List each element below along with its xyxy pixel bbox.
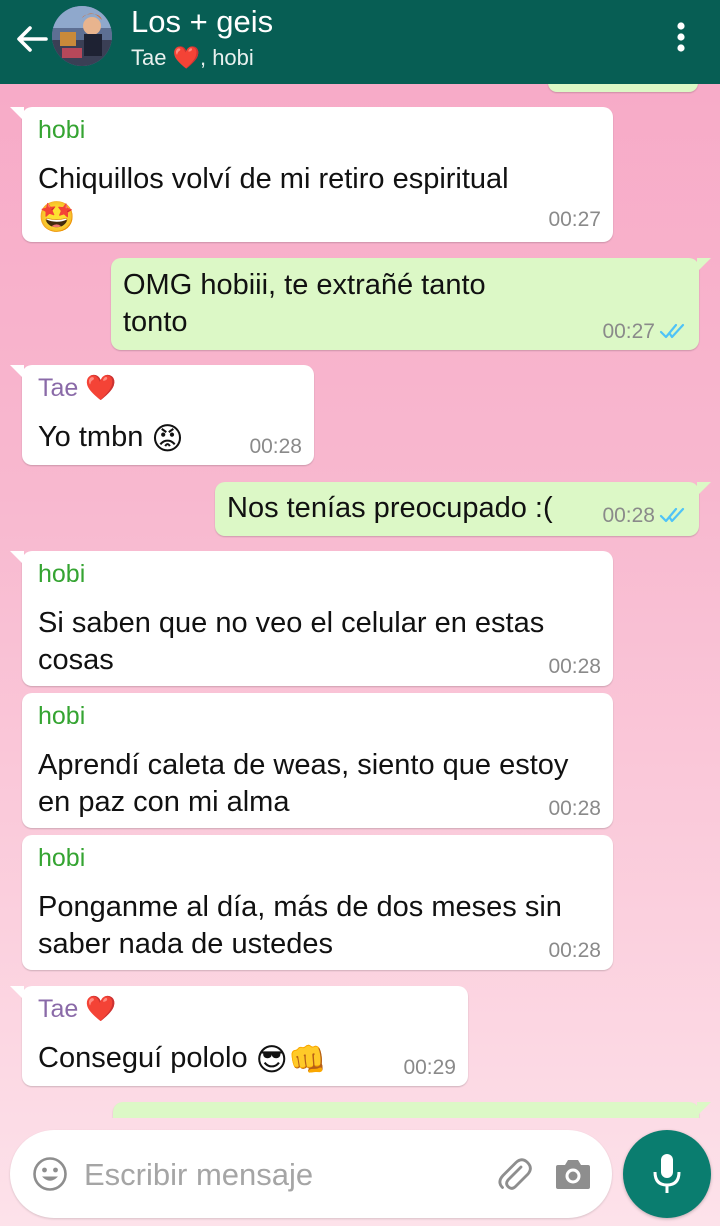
message-time: 00:27 [602, 320, 655, 343]
message-sender: hobi [38, 844, 86, 872]
group-avatar[interactable] [52, 6, 112, 66]
message-bubble-incoming[interactable]: Tae ❤️ Conseguí pololo 😎👊 00:29 [10, 986, 468, 1086]
message-text-line1: Aprendí caleta de weas, siento que estoy [38, 749, 569, 781]
message-text: Conseguí pololo 😎👊 [38, 1040, 327, 1078]
paperclip-icon[interactable] [494, 1154, 534, 1194]
avatar-image [52, 6, 112, 66]
message-sender: Tae ❤️ [38, 995, 117, 1023]
message-time: 00:28 [548, 939, 601, 962]
chat-title[interactable]: Los + geis [131, 4, 273, 40]
message-bubble-outgoing[interactable]: Nos tenías preocupado :( 00:28 [215, 482, 711, 536]
menu-dots-icon[interactable] [668, 20, 694, 54]
message-bubble-incoming[interactable]: hobi Aprendí caleta de weas, siento que … [22, 693, 613, 828]
partial-message-bubble[interactable] [113, 1102, 711, 1118]
message-sender: hobi [38, 560, 86, 588]
chat-participants[interactable]: Tae ❤️, hobi [131, 45, 254, 71]
message-bubble-incoming[interactable]: hobi Chiquillos volví de mi retiro espir… [10, 107, 613, 242]
camera-icon[interactable] [554, 1156, 592, 1192]
message-sender: hobi [38, 116, 86, 144]
message-text-line2: cosas [38, 644, 114, 676]
message-text-line2: en paz con mi alma [38, 786, 290, 818]
message-text-line1: Si saben que no veo el celular en estas [38, 607, 545, 639]
message-composer [10, 1130, 612, 1218]
message-text-content: Yo tmbn [38, 421, 144, 453]
message-sender: hobi [38, 702, 86, 730]
message-input[interactable] [82, 1152, 476, 1198]
message-time: 00:28 [548, 797, 601, 820]
message-bubble-incoming[interactable]: hobi Ponganme al día, más de dos meses s… [22, 835, 613, 970]
message-bubble-incoming[interactable]: Tae ❤️ Yo tmbn 😡 00:28 [10, 365, 314, 465]
double-check-icon [659, 507, 685, 523]
back-arrow-icon[interactable] [12, 20, 50, 58]
mic-icon [653, 1154, 681, 1193]
voice-message-button[interactable] [623, 1130, 711, 1218]
message-text: Yo tmbn 😡 [38, 419, 184, 457]
message-emoji: 😡 [151, 420, 184, 456]
message-text-line2: tonto [123, 306, 188, 338]
message-time: 00:29 [403, 1056, 456, 1079]
message-text-line1: Ponganme al día, más de dos meses sin [38, 891, 562, 923]
message-text-content: Conseguí pololo [38, 1042, 248, 1074]
smiley-icon[interactable] [32, 1156, 68, 1192]
message-time: 00:28 [548, 655, 601, 678]
message-time: 00:28 [249, 435, 302, 458]
double-check-icon [659, 323, 685, 339]
message-emoji: 😎👊 [255, 1041, 327, 1077]
message-text-line2: saber nada de ustedes [38, 928, 334, 960]
message-emoji: 🤩 [38, 201, 76, 234]
message-time: 00:28 [602, 504, 655, 527]
message-time: 00:27 [548, 208, 601, 231]
message-text: Chiquillos volví de mi retiro espiritual [38, 163, 509, 195]
message-text: Nos tenías preocupado :( [227, 492, 553, 524]
message-text-line1: OMG hobiii, te extrañé tanto [123, 269, 486, 301]
message-sender: Tae ❤️ [38, 374, 117, 402]
message-bubble-incoming[interactable]: hobi Si saben que no veo el celular en e… [10, 551, 613, 686]
message-bubble-outgoing[interactable]: OMG hobiii, te extrañé tanto tonto 00:27 [111, 258, 711, 350]
chat-header: Los + geis Tae ❤️, hobi [0, 0, 720, 84]
partial-message-bubble[interactable] [548, 84, 698, 92]
message-list[interactable]: hobi Chiquillos volví de mi retiro espir… [0, 84, 720, 1118]
